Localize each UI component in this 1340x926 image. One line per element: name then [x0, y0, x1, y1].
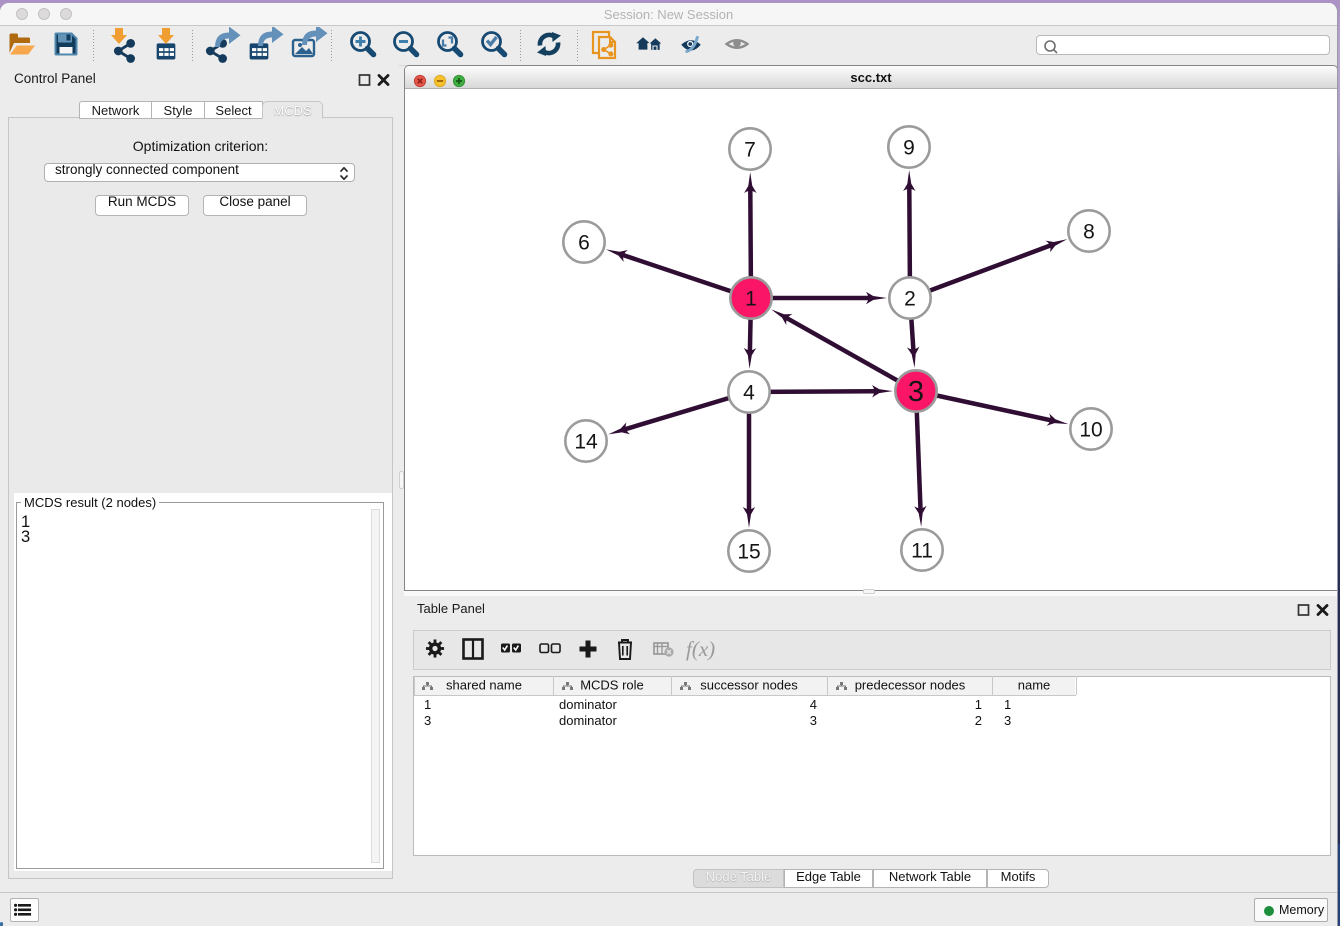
svg-text:f(x): f(x) [686, 637, 715, 661]
svg-text:1: 1 [1004, 697, 1011, 712]
svg-text:3: 3 [810, 713, 817, 728]
svg-text:name: name [1018, 678, 1051, 693]
svg-text:dominator: dominator [559, 697, 617, 712]
svg-text:successor nodes: successor nodes [700, 678, 798, 693]
svg-text:shared name: shared name [446, 678, 522, 693]
svg-text:4: 4 [810, 697, 817, 712]
svg-text:3: 3 [424, 713, 431, 728]
svg-text:2: 2 [975, 713, 982, 728]
svg-text:MCDS role: MCDS role [580, 678, 644, 693]
svg-text:6: 6 [578, 232, 590, 255]
svg-text:7: 7 [744, 139, 756, 162]
svg-text:3: 3 [908, 376, 924, 408]
svg-text:1: 1 [424, 697, 431, 712]
svg-text:8: 8 [1083, 221, 1095, 244]
svg-text:1: 1 [745, 288, 757, 311]
svg-text:dominator: dominator [559, 713, 617, 728]
svg-text:predecessor nodes: predecessor nodes [855, 678, 966, 693]
svg-text:10: 10 [1079, 419, 1102, 442]
svg-text:15: 15 [737, 541, 760, 564]
svg-text:3: 3 [1004, 713, 1011, 728]
svg-text:4: 4 [743, 382, 755, 405]
svg-text:14: 14 [574, 431, 598, 454]
svg-text:9: 9 [903, 137, 915, 160]
svg-text:1: 1 [975, 697, 982, 712]
svg-text:11: 11 [911, 540, 933, 563]
svg-text:2: 2 [904, 288, 916, 311]
